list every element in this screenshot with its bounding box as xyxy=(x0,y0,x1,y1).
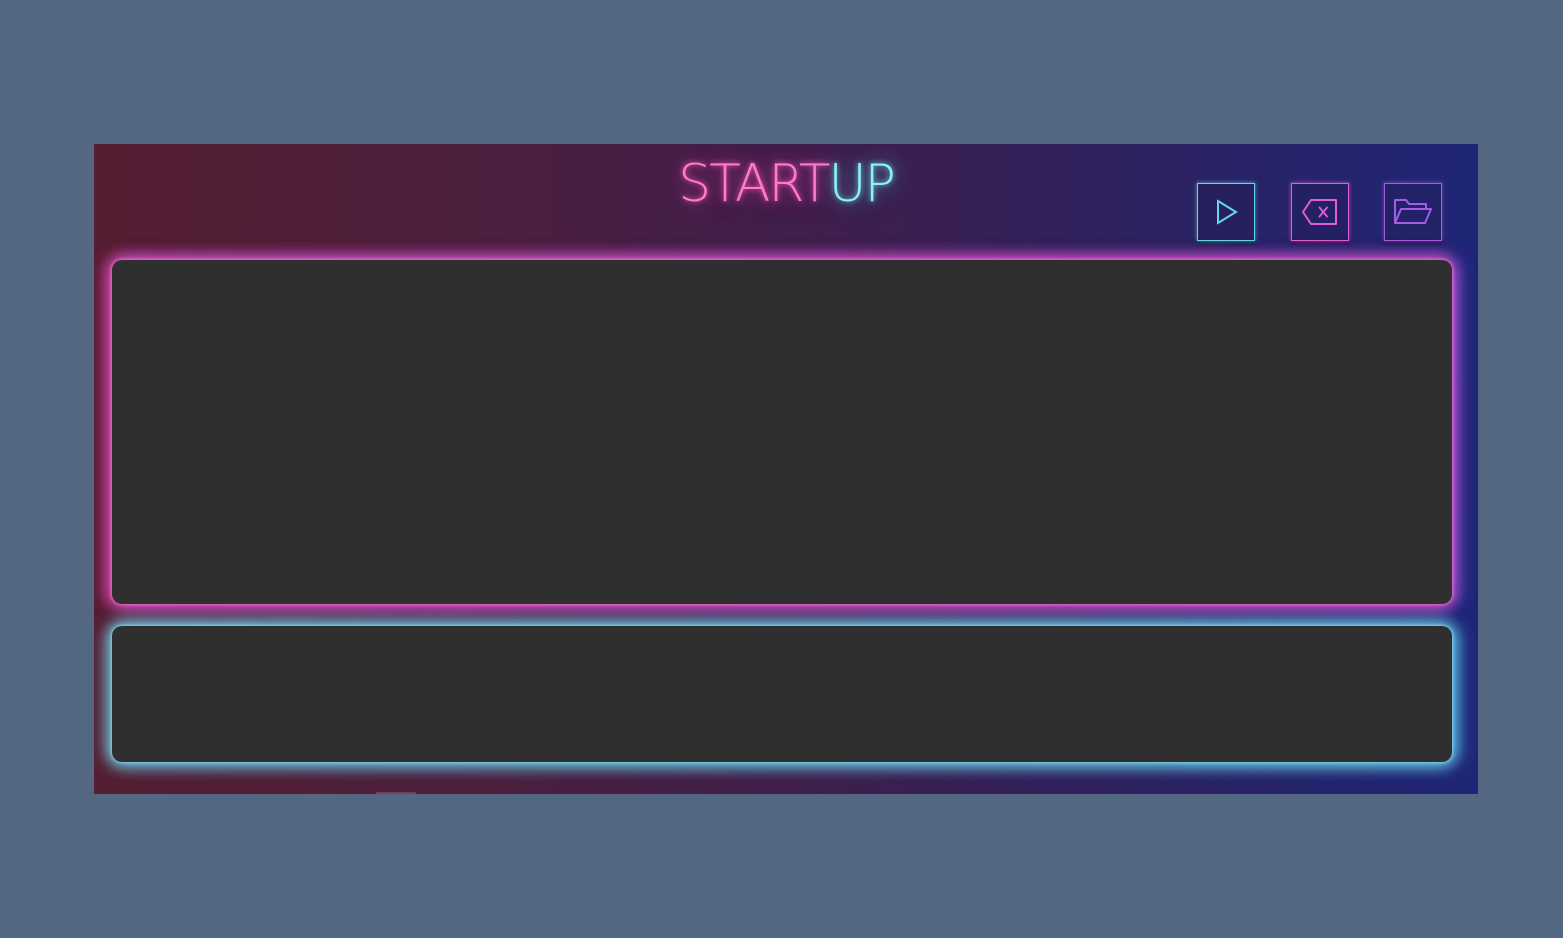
clear-button[interactable] xyxy=(1291,183,1349,241)
app-title-up: UP xyxy=(828,154,896,214)
app-title: STARTUP xyxy=(94,154,1478,214)
run-button[interactable] xyxy=(1197,183,1255,241)
code-editor-panel[interactable] xyxy=(112,260,1452,604)
scroll-handle[interactable] xyxy=(376,792,416,794)
open-folder-button[interactable] xyxy=(1384,183,1442,241)
folder-open-icon xyxy=(1394,199,1432,224)
app-title-start: START xyxy=(678,154,830,214)
output-console-panel[interactable] xyxy=(112,626,1452,762)
backspace-icon xyxy=(1302,199,1337,225)
play-icon xyxy=(1217,199,1238,225)
app-window: STARTUP xyxy=(94,144,1478,794)
